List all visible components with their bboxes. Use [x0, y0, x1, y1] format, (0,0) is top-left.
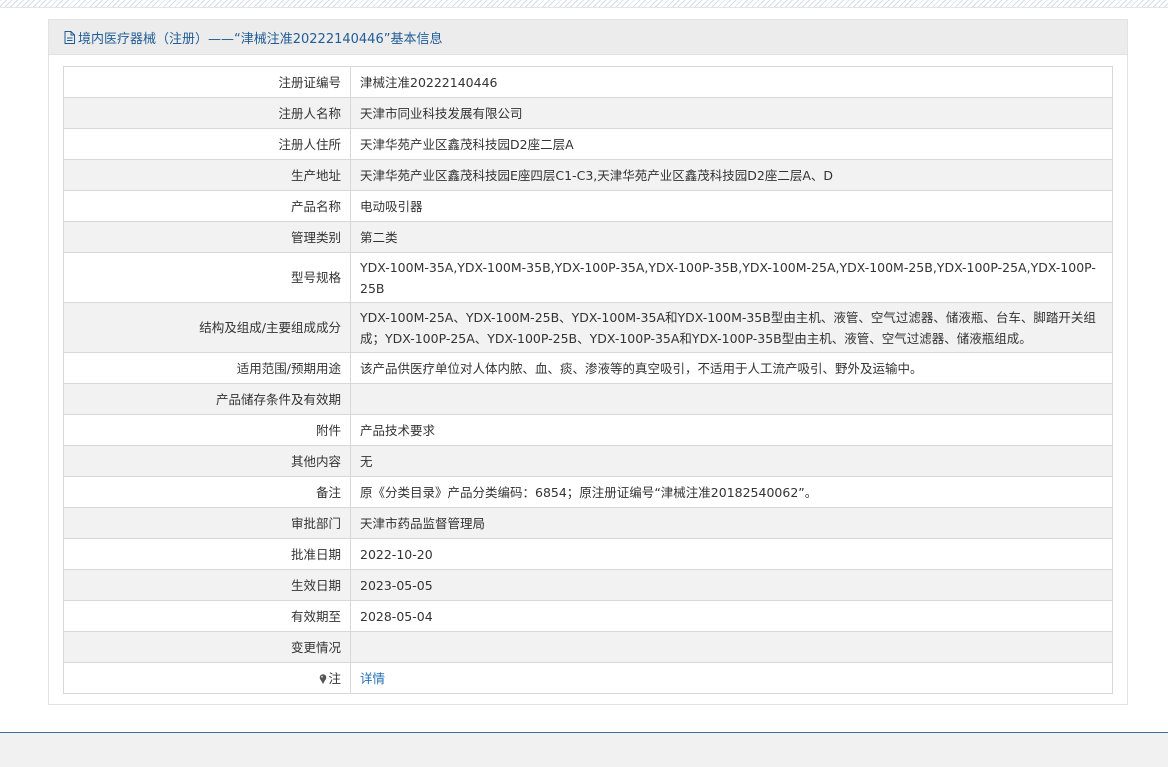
- field-label: 结构及组成/主要组成成分: [63, 302, 351, 353]
- table-row: 产品名称 电动吸引器: [63, 190, 1113, 222]
- table-row: 变更情况: [63, 631, 1113, 663]
- document-icon: [64, 30, 75, 44]
- table-row: 结构及组成/主要组成成分 YDX-100M-25A、YDX-100M-25B、Y…: [63, 302, 1113, 353]
- table-row: 注册人名称 天津市同业科技发展有限公司: [63, 97, 1113, 129]
- field-value: 原《分类目录》产品分类编码：6854；原注册证编号“津械注准2018254006…: [350, 476, 1113, 508]
- field-label: 注册证编号: [63, 66, 351, 98]
- field-value: 天津华苑产业区鑫茂科技园E座四层C1-C3,天津华苑产业区鑫茂科技园D2座二层A…: [350, 159, 1113, 191]
- field-value: 第二类: [350, 221, 1113, 253]
- pin-icon: [320, 673, 327, 684]
- top-decorative-band: [0, 0, 1168, 8]
- field-label: 生效日期: [63, 569, 351, 601]
- field-value: 天津市药品监督管理局: [350, 507, 1113, 539]
- info-panel: 境内医疗器械（注册）——“津械注准20222140446”基本信息 注册证编号 …: [48, 19, 1128, 705]
- table-row: 审批部门 天津市药品监督管理局: [63, 507, 1113, 539]
- page-footer: [0, 732, 1168, 767]
- table-row: 注册人住所 天津华苑产业区鑫茂科技园D2座二层A: [63, 128, 1113, 160]
- field-value: [350, 383, 1113, 415]
- table-row: 有效期至 2028-05-04: [63, 600, 1113, 632]
- field-value: YDX-100M-25A、YDX-100M-25B、YDX-100M-35A和Y…: [350, 302, 1113, 353]
- note-row: 注 详情: [63, 662, 1113, 694]
- field-value: 产品技术要求: [350, 414, 1113, 446]
- table-row: 管理类别 第二类: [63, 221, 1113, 253]
- field-label: 审批部门: [63, 507, 351, 539]
- table-row: 附件 产品技术要求: [63, 414, 1113, 446]
- table-row: 备注 原《分类目录》产品分类编码：6854；原注册证编号“津械注准2018254…: [63, 476, 1113, 508]
- field-value: 2028-05-04: [350, 600, 1113, 632]
- table-row: 生效日期 2023-05-05: [63, 569, 1113, 601]
- field-label: 其他内容: [63, 445, 351, 477]
- field-value: 2022-10-20: [350, 538, 1113, 570]
- field-value: 无: [350, 445, 1113, 477]
- field-label: 注册人名称: [63, 97, 351, 129]
- field-value: 2023-05-05: [350, 569, 1113, 601]
- field-value: YDX-100M-35A,YDX-100M-35B,YDX-100P-35A,Y…: [350, 252, 1113, 303]
- panel-header: 境内医疗器械（注册）——“津械注准20222140446”基本信息: [49, 20, 1127, 55]
- field-label: 生产地址: [63, 159, 351, 191]
- field-value: 天津华苑产业区鑫茂科技园D2座二层A: [350, 128, 1113, 160]
- field-label: 变更情况: [63, 631, 351, 663]
- field-value: 电动吸引器: [350, 190, 1113, 222]
- field-label: 附件: [63, 414, 351, 446]
- table-row: 产品储存条件及有效期: [63, 383, 1113, 415]
- field-label: 有效期至: [63, 600, 351, 632]
- field-value: 津械注准20222140446: [350, 66, 1113, 98]
- note-label: 注: [328, 670, 341, 686]
- field-label: 备注: [63, 476, 351, 508]
- field-label: 产品储存条件及有效期: [63, 383, 351, 415]
- table-row: 适用范围/预期用途 该产品供医疗单位对人体内脓、血、痰、渗液等的真空吸引，不适用…: [63, 352, 1113, 384]
- field-label: 型号规格: [63, 252, 351, 303]
- table-row: 型号规格 YDX-100M-35A,YDX-100M-35B,YDX-100P-…: [63, 252, 1113, 303]
- info-table: 注册证编号 津械注准20222140446 注册人名称 天津市同业科技发展有限公…: [63, 66, 1113, 694]
- table-row: 其他内容 无: [63, 445, 1113, 477]
- field-label: 注册人住所: [63, 128, 351, 160]
- field-value: [350, 631, 1113, 663]
- field-label: 批准日期: [63, 538, 351, 570]
- table-row: 注册证编号 津械注准20222140446: [63, 66, 1113, 98]
- table-row: 生产地址 天津华苑产业区鑫茂科技园E座四层C1-C3,天津华苑产业区鑫茂科技园D…: [63, 159, 1113, 191]
- field-label: 管理类别: [63, 221, 351, 253]
- note-value-cell: 详情: [350, 662, 1113, 694]
- page-title: 境内医疗器械（注册）——“津械注准20222140446”基本信息: [78, 31, 443, 47]
- field-value: 天津市同业科技发展有限公司: [350, 97, 1113, 129]
- field-label: 适用范围/预期用途: [63, 352, 351, 384]
- field-value: 该产品供医疗单位对人体内脓、血、痰、渗液等的真空吸引，不适用于人工流产吸引、野外…: [350, 352, 1113, 384]
- field-label: 产品名称: [63, 190, 351, 222]
- details-link[interactable]: 详情: [360, 671, 385, 686]
- note-label-cell: 注: [63, 662, 351, 694]
- table-row: 批准日期 2022-10-20: [63, 538, 1113, 570]
